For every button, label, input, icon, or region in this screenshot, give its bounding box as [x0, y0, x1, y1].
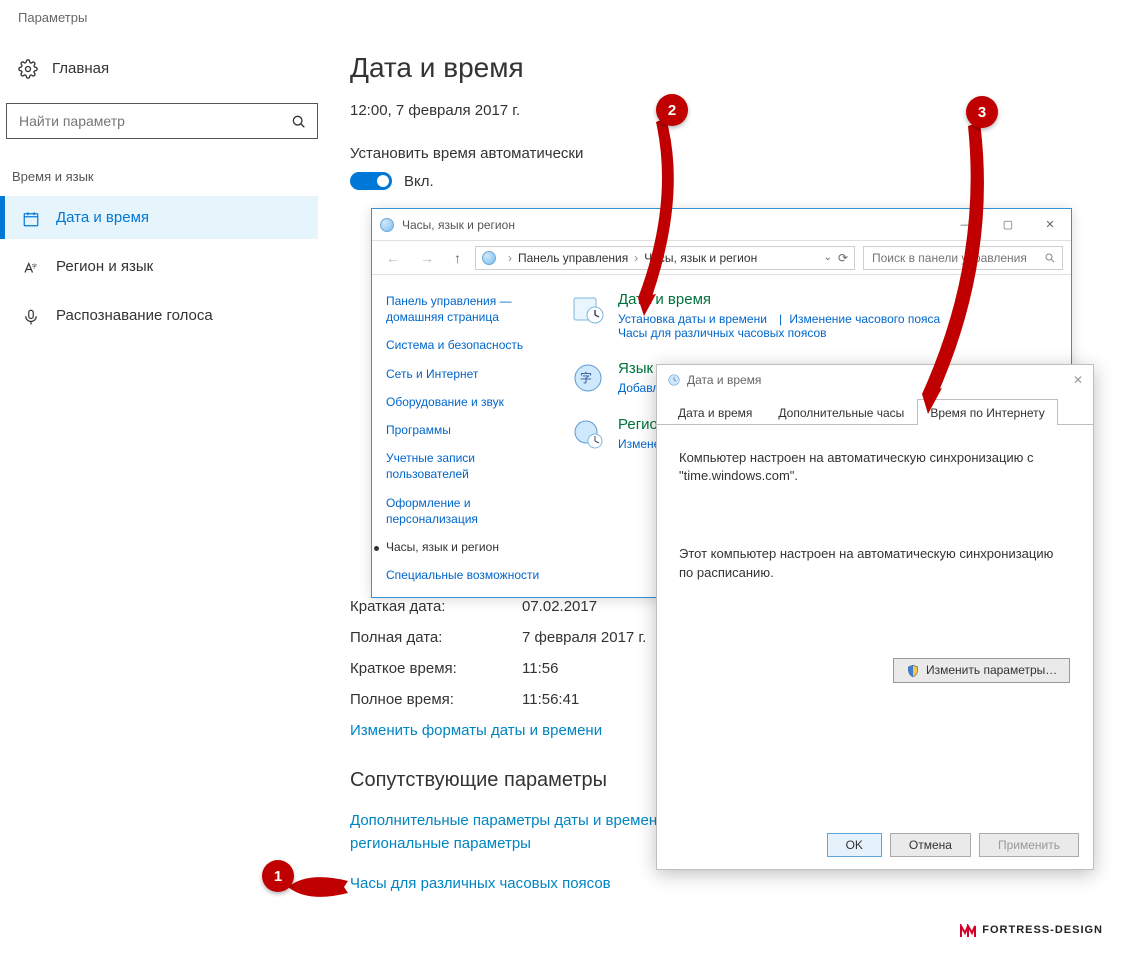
search-icon: [291, 113, 307, 130]
back-icon[interactable]: ←: [380, 250, 406, 266]
change-settings-label: Изменить параметры…: [926, 663, 1057, 677]
home-nav[interactable]: Главная: [6, 50, 318, 87]
logo-mark-icon: [960, 922, 976, 938]
format-value: 11:56:41: [522, 691, 579, 708]
page-heading: Дата и время: [350, 52, 1095, 84]
chevron-right-icon: ›: [502, 251, 518, 265]
date-time-dialog: Дата и время ✕ Дата и время Дополнительн…: [656, 364, 1094, 870]
tab-internet-time[interactable]: Время по Интернету: [917, 399, 1057, 425]
watermark: FORTRESS-DESIGN: [960, 922, 1103, 938]
sidebar-item-region-language[interactable]: 字 Регион и язык: [6, 245, 318, 288]
breadcrumb-item[interactable]: Панель управления: [518, 251, 628, 265]
gear-icon: [18, 58, 38, 79]
format-value: 11:56: [522, 660, 558, 677]
sidebar-item-speech[interactable]: Распознавание голоса: [6, 294, 318, 337]
clock-calendar-icon: [570, 291, 606, 327]
cp-sublink-set-datetime[interactable]: Установка даты и времени: [618, 312, 767, 326]
maximize-button[interactable]: ▢: [987, 210, 1029, 240]
dialog-titlebar[interactable]: Дата и время ✕: [657, 365, 1093, 395]
sidebar-item-label: Регион и язык: [56, 258, 153, 275]
cp-sublink-clocks[interactable]: Часы для различных часовых поясов: [618, 326, 827, 340]
cp-side-link-accounts[interactable]: Учетные записи пользователей: [386, 450, 548, 482]
clock-globe-icon: [667, 373, 681, 388]
sidebar-item-label: Распознавание голоса: [56, 307, 213, 324]
apply-button[interactable]: Применить: [979, 833, 1079, 857]
cp-category-title[interactable]: Дата и время: [618, 291, 948, 308]
dialog-tabs: Дата и время Дополнительные часы Время п…: [657, 395, 1093, 425]
cp-side-link-accessibility[interactable]: Специальные возможности: [386, 567, 548, 583]
cp-side-link-hardware[interactable]: Оборудование и звук: [386, 394, 548, 410]
forward-icon[interactable]: →: [414, 250, 440, 266]
globe-clock-icon: [570, 416, 606, 452]
cp-side-link-clock-lang-region[interactable]: Часы, язык и регион: [386, 539, 548, 555]
annotation-bubble-1: 1: [262, 860, 294, 892]
annotation-bubble-2: 2: [656, 94, 688, 126]
sidebar-item-date-time[interactable]: Дата и время: [6, 196, 318, 239]
format-key: Краткая дата:: [350, 598, 522, 615]
related-link-clocks[interactable]: Часы для различных часовых поясов: [350, 875, 1095, 892]
sync-status-text: Компьютер настроен на автоматическую син…: [679, 449, 1071, 485]
cp-category-datetime: Дата и время Установка даты и времени| И…: [570, 291, 1055, 340]
shield-icon: [906, 663, 920, 678]
minimize-button[interactable]: —: [945, 210, 987, 240]
watermark-text: FORTRESS-DESIGN: [982, 924, 1103, 936]
scheduled-sync-text: Этот компьютер настроен на автоматическу…: [679, 545, 1071, 581]
cp-sublink-timezone[interactable]: Изменение часового пояса: [789, 312, 940, 326]
auto-time-toggle[interactable]: [350, 172, 392, 190]
format-value: 07.02.2017: [522, 598, 597, 615]
toggle-state-label: Вкл.: [404, 173, 434, 190]
tab-additional-clocks[interactable]: Дополнительные часы: [765, 399, 917, 425]
ok-button[interactable]: OK: [827, 833, 882, 857]
format-key: Полная дата:: [350, 629, 522, 646]
toggle-knob: [377, 175, 389, 187]
search-icon: [1044, 251, 1056, 265]
cp-side-link-network[interactable]: Сеть и Интернет: [386, 366, 548, 382]
control-panel-title: Часы, язык и регион: [402, 218, 515, 232]
cp-side-link-home[interactable]: Панель управления — домашняя страница: [386, 293, 548, 325]
svg-text:字: 字: [32, 262, 37, 270]
close-button[interactable]: ✕: [1073, 373, 1083, 387]
search-input[interactable]: [6, 103, 318, 139]
dialog-title: Дата и время: [687, 373, 761, 387]
control-panel-search[interactable]: [863, 246, 1063, 270]
globe-icon: [482, 251, 496, 265]
up-icon[interactable]: ↑: [448, 250, 467, 266]
svg-text:字: 字: [580, 370, 592, 385]
control-panel-search-field[interactable]: [870, 250, 1044, 266]
globe-icon: [380, 218, 394, 232]
chevron-right-icon: ›: [628, 251, 644, 265]
refresh-icon[interactable]: ⟳: [838, 251, 848, 265]
cp-side-link-appearance[interactable]: Оформление и персонализация: [386, 495, 548, 527]
search-field[interactable]: [17, 112, 291, 130]
chevron-down-icon[interactable]: ⌄: [824, 252, 832, 263]
home-label: Главная: [52, 60, 109, 77]
language-icon: 字: [570, 360, 606, 396]
control-panel-titlebar[interactable]: Часы, язык и регион — ▢ ✕: [372, 209, 1071, 241]
sidebar-section-label: Время и язык: [6, 169, 318, 184]
microphone-icon: [22, 305, 40, 326]
format-key: Краткое время:: [350, 660, 522, 677]
cp-side-link-system[interactable]: Система и безопасность: [386, 337, 548, 353]
annotation-bubble-3: 3: [966, 96, 998, 128]
control-panel-sidebar: Панель управления — домашняя страница Си…: [372, 275, 562, 597]
app-title: Параметры: [0, 0, 1125, 35]
breadcrumb-item[interactable]: Часы, язык и регион: [644, 251, 757, 265]
sidebar-item-label: Дата и время: [56, 209, 149, 226]
control-panel-nav: ← → ↑ › Панель управления › Часы, язык и…: [372, 241, 1071, 275]
close-button[interactable]: ✕: [1029, 210, 1071, 240]
settings-sidebar: Главная Время и язык Дата и время 字 Реги…: [6, 50, 318, 343]
format-value: 7 февраля 2017 г.: [522, 629, 646, 646]
cancel-button[interactable]: Отмена: [890, 833, 971, 857]
auto-time-label: Установить время автоматически: [350, 145, 1095, 162]
cp-side-link-programs[interactable]: Программы: [386, 422, 548, 438]
calendar-clock-icon: [22, 207, 40, 228]
breadcrumb-bar[interactable]: › Панель управления › Часы, язык и регио…: [475, 246, 855, 270]
language-icon: 字: [22, 256, 40, 277]
dialog-body: Компьютер настроен на автоматическую син…: [657, 425, 1093, 707]
tab-date-time[interactable]: Дата и время: [665, 399, 765, 425]
change-settings-button[interactable]: Изменить параметры…: [893, 658, 1070, 683]
format-key: Полное время:: [350, 691, 522, 708]
dialog-footer: OK Отмена Применить: [827, 833, 1079, 857]
selection-indicator: [0, 196, 5, 239]
